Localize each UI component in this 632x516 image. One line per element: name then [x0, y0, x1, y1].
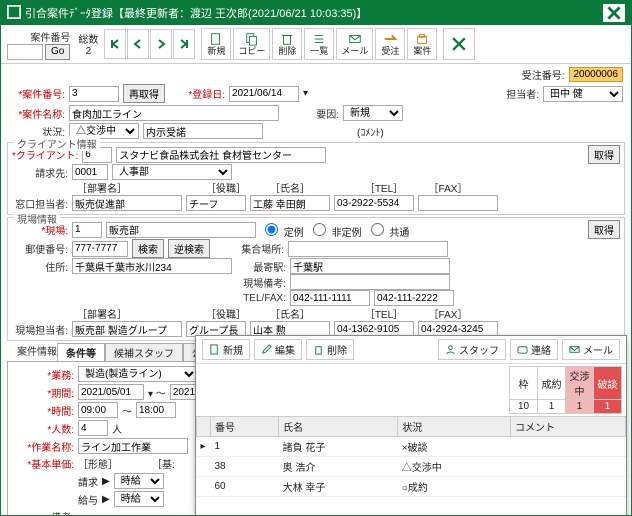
site-no-field[interactable] [72, 222, 102, 238]
case-name-label: *案件名称: [9, 106, 65, 121]
case-no-input[interactable] [7, 44, 43, 60]
copy-button[interactable]: コピー [233, 28, 270, 60]
comment-label: (ｺﾒﾝﾄ) [357, 124, 384, 139]
toolbar-close-button[interactable] [443, 28, 475, 60]
contact-dept-field[interactable] [72, 195, 182, 211]
app-icon [7, 5, 21, 22]
radio-common[interactable]: 共通 [366, 220, 410, 239]
site-acquire-button[interactable]: 取得 [588, 220, 620, 239]
contact-name-field[interactable] [250, 195, 330, 211]
total-label: 総数 [78, 31, 98, 46]
tab-conditions[interactable]: 条件等 [57, 343, 105, 361]
titlebar: 引合案件ﾃﾞｰﾀ登録【最終更新者：渡辺 王次郎(2021/06/21 10:03… [1, 1, 631, 25]
order-no-value: 20000006 [569, 67, 624, 82]
site-groupbox: 現場情報 *現場: 定例 非定例 共通 取得 郵便番号: 検索 逆検索 集合場所… [7, 217, 625, 341]
taskname-field[interactable] [78, 438, 188, 454]
case-button[interactable]: 案件 [407, 28, 437, 60]
meet-field[interactable] [288, 241, 448, 257]
sub-delete-button[interactable]: 削除 [306, 339, 354, 360]
zip-revsearch-button[interactable]: 逆検索 [168, 239, 210, 258]
stats-table: 枠成約交渉中破談 10111 [509, 366, 622, 414]
table-row: 38奥 浩介△交渉中 [197, 457, 626, 477]
contact-role-field[interactable] [186, 195, 246, 211]
sub-mail-button[interactable]: メール [562, 339, 620, 360]
client-groupbox: クライアント情報 *クライアント: 取得 請求先: 人事部 ［部署名］ ［役職］… [7, 142, 625, 215]
order-no-label: 受注番号: [522, 67, 565, 82]
main-toolbar: 案件番号 Go 総数 2 新規 コピー 削除 一覧 メール 受注 案件 [1, 25, 631, 64]
reg-date-label: *登録日: [169, 86, 225, 101]
work-select[interactable]: 製造(製造ライン) [78, 366, 198, 382]
zip-field[interactable] [72, 241, 128, 257]
count-field[interactable] [78, 420, 108, 436]
nav-first-button[interactable] [104, 29, 126, 59]
nav-next-button[interactable] [150, 29, 172, 59]
bill-no-field[interactable] [72, 164, 108, 180]
new-button[interactable]: 新規 [201, 28, 231, 60]
site-fax-field[interactable] [374, 290, 454, 306]
sub-edit-button[interactable]: 編集 [254, 339, 302, 360]
window-close-button[interactable] [603, 4, 625, 22]
site-dept-field[interactable] [72, 321, 182, 337]
contact-fax-field[interactable] [418, 195, 498, 211]
total-value: 2 [78, 46, 98, 57]
radio-irregular[interactable]: 非定例 [308, 220, 362, 239]
window-title: 引合案件ﾃﾞｰﾀ登録【最終更新者：渡辺 王次郎(2021/06/21 10:03… [25, 5, 367, 21]
person-select[interactable]: 田中 健 [543, 86, 623, 102]
sub-new-button[interactable]: 新規 [202, 339, 250, 360]
near-field[interactable] [290, 258, 450, 274]
sub-contact-button[interactable]: 連絡 [510, 339, 558, 360]
factor-label: 要因: [283, 106, 339, 121]
addr-field[interactable] [72, 258, 232, 274]
factor-select[interactable]: 新規 [343, 105, 403, 121]
case-name-field[interactable] [69, 105, 279, 121]
delete-button[interactable]: 削除 [272, 28, 302, 60]
radio-regular[interactable]: 定例 [260, 220, 304, 239]
period-from-field[interactable] [78, 384, 144, 400]
person-label: 担当者: [483, 86, 539, 101]
case-no-label2: *案件番号: [9, 86, 65, 101]
bill-rate-select[interactable]: 時給 [114, 473, 164, 489]
list-button[interactable]: 一覧 [304, 28, 334, 60]
client-name-field[interactable] [116, 147, 326, 163]
contact-tel-field[interactable] [334, 195, 414, 211]
nav-prev-button[interactable] [127, 29, 149, 59]
pay-rate-select[interactable]: 時給 [114, 491, 164, 507]
site-note-field[interactable] [290, 274, 450, 290]
table-row: ▸1諸負 花子×破談 [197, 437, 626, 457]
bill-name-select[interactable]: 人事部 [112, 164, 232, 180]
go-button[interactable]: Go [45, 44, 70, 60]
time-to-field[interactable] [136, 402, 176, 418]
candidate-subwindow: 新規 編集 削除 スタッフ 連絡 メール 枠成約交渉中破談 10111 番号氏名… [195, 335, 627, 516]
client-acquire-button[interactable]: 取得 [588, 145, 620, 164]
site-name-field[interactable] [106, 222, 256, 238]
zip-search-button[interactable]: 検索 [132, 239, 164, 258]
sub-staff-button[interactable]: スタッフ [438, 339, 506, 360]
reacquire-button[interactable]: 再取得 [123, 84, 165, 103]
mail-button[interactable]: メール [336, 28, 373, 60]
table-row: 60大林 幸子○成約 [197, 477, 626, 497]
nav-last-button[interactable] [173, 29, 195, 59]
internal-field[interactable] [143, 123, 263, 139]
site-tel-field[interactable] [290, 290, 370, 306]
order-button[interactable]: 受注 [375, 28, 405, 60]
calendar-icon[interactable]: ▾ [303, 88, 308, 99]
case-no-label: 案件番号 [7, 29, 70, 44]
case-no-field[interactable] [69, 86, 119, 102]
candidate-grid[interactable]: 番号氏名状況コメント ▸1諸負 花子×破談 38奥 浩介△交渉中 60大林 幸子… [196, 416, 626, 497]
time-from-field[interactable] [78, 402, 118, 418]
reg-date-field[interactable] [229, 86, 299, 102]
tab-candidates[interactable]: 候補スタッフ [105, 343, 183, 361]
